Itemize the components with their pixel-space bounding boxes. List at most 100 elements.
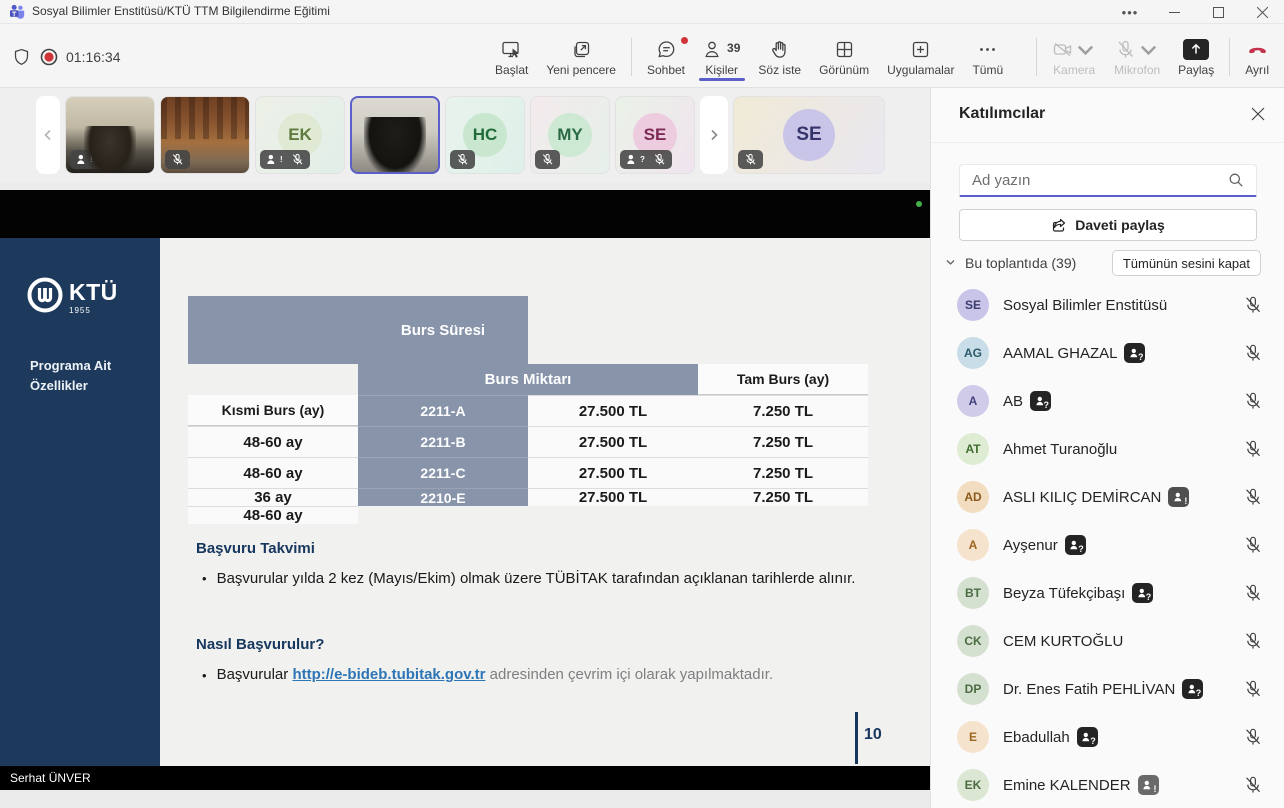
filmstrip-prev-button[interactable] (36, 96, 60, 174)
guest-badge-icon: ! (266, 153, 283, 166)
window-close-button[interactable] (1240, 0, 1284, 24)
participant-row[interactable]: CK CEM KURTOĞLU (931, 617, 1284, 665)
slide-bullet: • Başvurular yılda 2 kez (Mayıs/Ekim) ol… (202, 568, 872, 589)
microphone-button[interactable]: Mikrofon (1105, 33, 1169, 81)
mute-all-button[interactable]: Tümünün sesini kapat (1112, 250, 1261, 276)
participant-row[interactable]: BT Beyza Tüfekçibaşı ? (931, 569, 1284, 617)
participant-name: Emine KALENDER (1003, 777, 1131, 794)
avatar: EK (957, 769, 989, 801)
participant-row[interactable]: AT Ahmet Turanoğlu (931, 425, 1284, 473)
search-input[interactable] (960, 172, 1228, 189)
apps-plus-icon (910, 39, 931, 60)
mic-muted-icon[interactable] (1243, 775, 1263, 795)
participant-avatar-tile[interactable]: MY (530, 96, 610, 174)
participant-name: Ahmet Turanoğlu (1003, 441, 1117, 458)
mic-muted-icon (101, 153, 114, 166)
guest-badge-icon: ? (1182, 679, 1203, 699)
leave-button[interactable]: Ayrıl (1236, 33, 1278, 81)
start-button[interactable]: Başlat (486, 33, 537, 81)
mic-muted-icon (456, 153, 469, 166)
tile-status-pill: ! (260, 150, 310, 169)
window-more-button[interactable]: ••• (1108, 0, 1152, 24)
table-cell: 36 ay (188, 488, 358, 506)
table-row-label: 2211-A (358, 395, 528, 426)
people-button[interactable]: 39 Kişiler (694, 33, 749, 81)
mic-muted-icon[interactable] (1243, 439, 1263, 459)
participant-row[interactable]: AG AAMAL GHAZAL ? (931, 329, 1284, 377)
ktu-logo-year: 1955 (69, 306, 118, 315)
hang-up-icon (1247, 39, 1268, 60)
window-maximize-button[interactable] (1196, 0, 1240, 24)
avatar: A (957, 529, 989, 561)
participant-name: AAMAL GHAZAL (1003, 345, 1117, 362)
popout-icon (571, 39, 592, 60)
participant-video-tile[interactable] (160, 96, 250, 174)
in-meeting-label[interactable]: Bu toplantıda (39) (965, 255, 1076, 271)
slide-heading-nasil-basvurulur: Nasıl Başvurulur? (196, 636, 324, 653)
participant-avatar-tile[interactable]: EK ! (255, 96, 345, 174)
mic-muted-icon[interactable] (1243, 679, 1263, 699)
mic-muted-icon[interactable] (1243, 391, 1263, 411)
participant-avatar-tile[interactable]: HC (445, 96, 525, 174)
window-minimize-button[interactable] (1152, 0, 1196, 24)
participant-row[interactable]: E Ebadullah ? (931, 713, 1284, 761)
toolbar-divider (1229, 38, 1230, 76)
mic-muted-icon[interactable] (1243, 487, 1263, 507)
guest-badge-icon: ! (1138, 775, 1159, 795)
participant-name: Ayşenur (1003, 537, 1058, 554)
more-actions-button[interactable]: Tümü (963, 33, 1012, 81)
people-count: 39 (727, 41, 740, 55)
camera-options-chevron[interactable] (1075, 39, 1096, 60)
chevron-left-icon (42, 129, 54, 141)
table-cell: 48-60 ay (188, 506, 358, 524)
share-invite-button[interactable]: Daveti paylaş (959, 209, 1257, 241)
mic-muted-icon (744, 153, 757, 166)
presentation-slide: KTÜ 1955 Programa Ait Özellikler Burs Mi… (0, 238, 930, 766)
participant-row[interactable]: DP Dr. Enes Fatih PEHLİVAN ? (931, 665, 1284, 713)
close-panel-icon[interactable] (1250, 106, 1266, 122)
in-meeting-section: Bu toplantıda (39) Tümünün sesini kapat (931, 248, 1284, 278)
participant-row[interactable]: AD ASLI KILIÇ DEMİRCAN ! (931, 473, 1284, 521)
mic-muted-icon[interactable] (1243, 631, 1263, 651)
raise-hand-button[interactable]: Söz iste (749, 33, 810, 81)
video-filmstrip: ! EK ! (0, 88, 930, 182)
chevron-down-icon[interactable] (945, 257, 956, 268)
apps-button[interactable]: Uygulamalar (878, 33, 963, 81)
mic-muted-icon[interactable] (1243, 727, 1263, 747)
mic-muted-icon[interactable] (1243, 583, 1263, 603)
participant-video-tile[interactable]: ! (65, 96, 155, 174)
guest-badge-icon: ? (1124, 343, 1145, 363)
mic-muted-icon[interactable] (1243, 295, 1263, 315)
participant-row[interactable]: A Ayşenur ? (931, 521, 1284, 569)
participant-name: Dr. Enes Fatih PEHLİVAN (1003, 681, 1175, 698)
participant-name: Sosyal Bilimler Enstitüsü (1003, 297, 1167, 314)
mic-muted-icon[interactable] (1243, 535, 1263, 555)
guest-badge-icon: ? (626, 153, 645, 166)
filmstrip-next-button[interactable] (700, 96, 728, 174)
active-speaker-tile[interactable] (350, 96, 440, 174)
mic-options-chevron[interactable] (1138, 39, 1159, 60)
ellipsis-icon (977, 39, 998, 60)
camera-off-icon (1052, 39, 1073, 60)
tile-status-pill (450, 150, 475, 169)
participant-row[interactable]: A AB ? (931, 377, 1284, 425)
participant-avatar-tile[interactable]: SE ? (615, 96, 695, 174)
new-window-button[interactable]: Yeni pencere (537, 33, 625, 81)
table-cell: 7.250 TL (698, 395, 868, 426)
participant-avatar-tile[interactable]: SE (733, 96, 885, 174)
view-button[interactable]: Görünüm (810, 33, 878, 81)
participant-row[interactable]: SE Sosyal Bilimler Enstitüsü (931, 281, 1284, 329)
participant-name: CEM KURTOĞLU (1003, 633, 1123, 650)
participant-row[interactable]: EK Emine KALENDER ! (931, 761, 1284, 808)
recording-indicator-icon (40, 48, 58, 66)
mic-muted-icon[interactable] (1243, 343, 1263, 363)
avatar: SE (783, 109, 835, 161)
participant-name: ASLI KILIÇ DEMİRCAN (1003, 489, 1161, 506)
search-icon[interactable] (1228, 172, 1244, 188)
share-button[interactable]: Paylaş (1169, 33, 1223, 81)
share-icon (1183, 39, 1209, 60)
camera-button[interactable]: Kamera (1043, 33, 1105, 81)
share-invite-icon (1051, 217, 1067, 233)
chat-button[interactable]: Sohbet (638, 33, 694, 81)
window-title: Sosyal Bilimler Enstitüsü/KTÜ TTM Bilgil… (32, 4, 330, 18)
